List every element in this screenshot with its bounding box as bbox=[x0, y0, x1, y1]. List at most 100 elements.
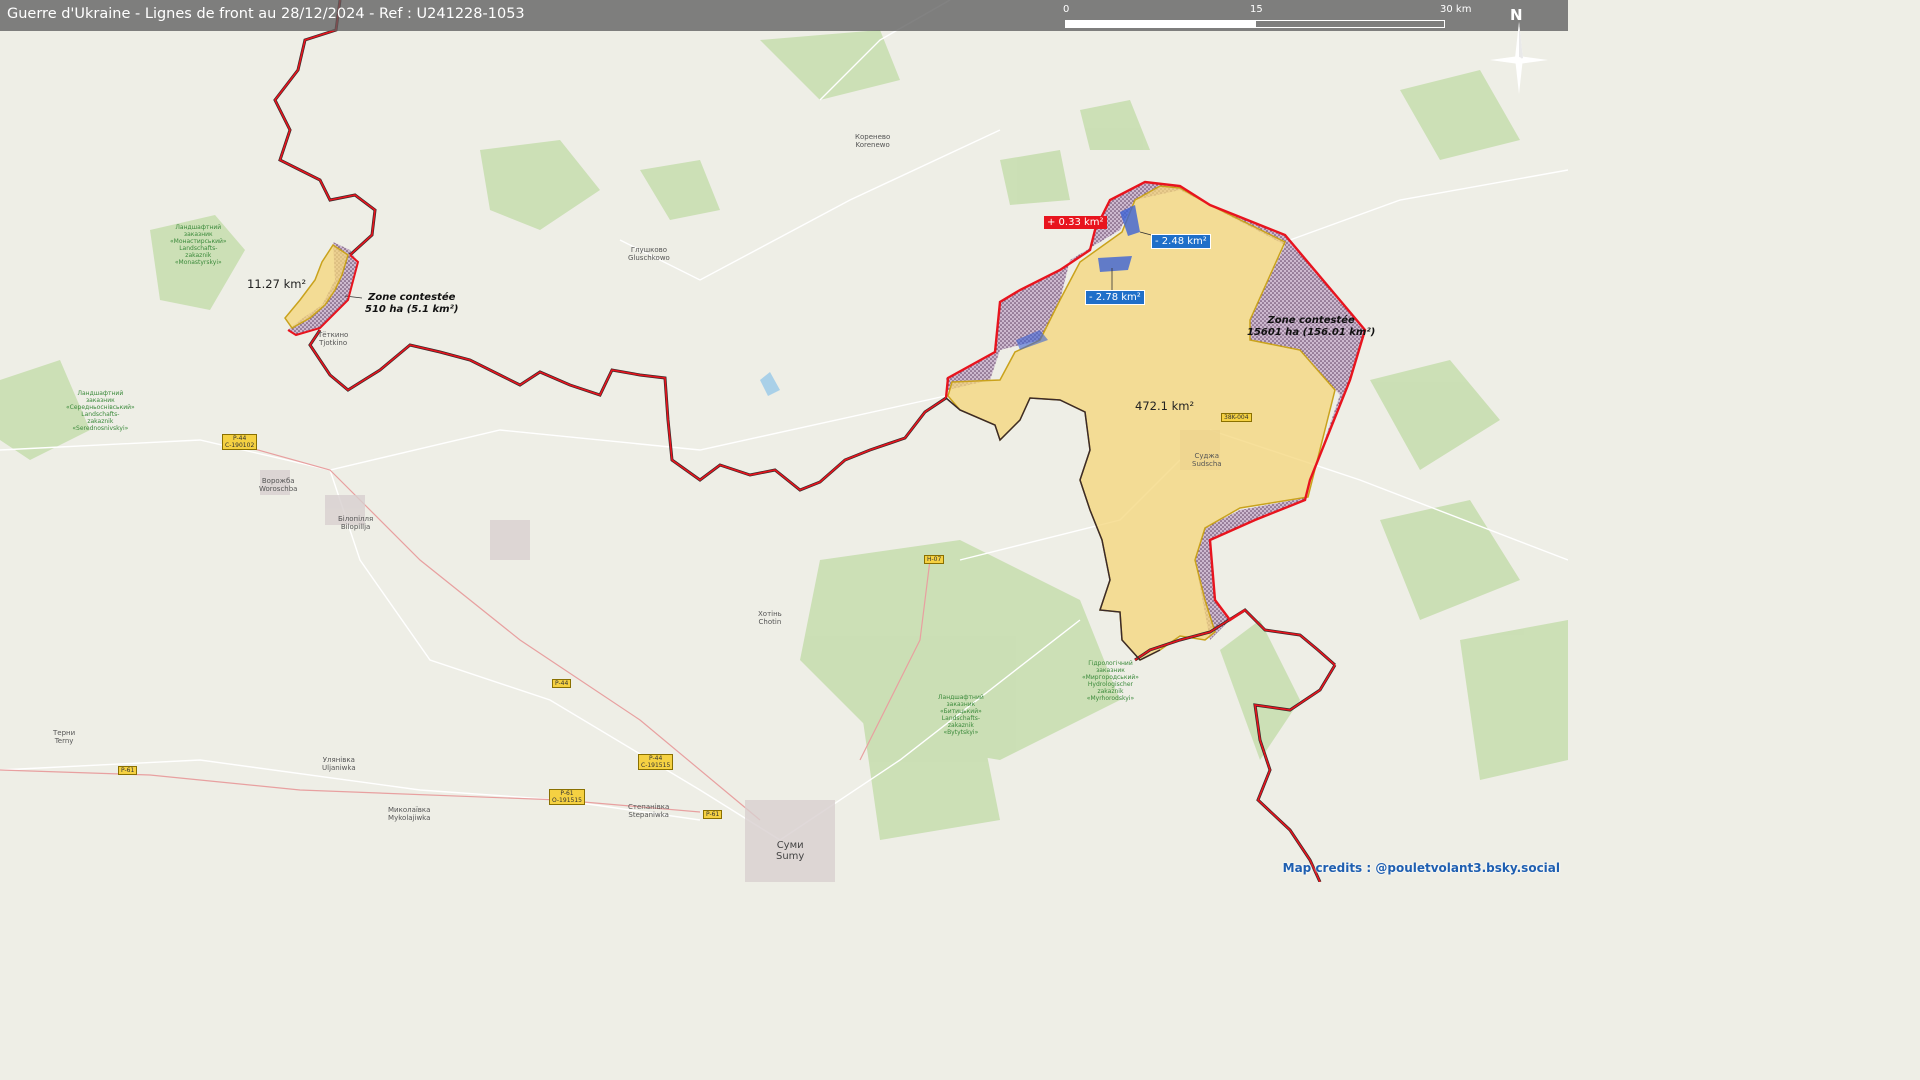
park-label-serednosnivskyi-l5: zakaznik bbox=[87, 418, 114, 425]
town-korenevo-cyr: Коренево bbox=[855, 133, 891, 141]
park-label-bytytskyi-l3: «Битицький» bbox=[939, 708, 982, 715]
road-shield-p44-c190102-l2: C-190102 bbox=[225, 442, 255, 449]
contested-zone-east-label: Zone contestée 15601 ha (156.01 km²) bbox=[1247, 315, 1375, 339]
road-shield-h07-l1: H-07 bbox=[927, 556, 942, 563]
loss-area-2 bbox=[1098, 256, 1132, 272]
park-label-serednosnivskyi: Ландшафтний заказник «Середньоснівський»… bbox=[66, 390, 135, 432]
town-terny-cyr: Терни bbox=[53, 729, 76, 737]
scale-label-30: 30 km bbox=[1440, 4, 1472, 15]
park-label-bytytskyi: Ландшафтний заказник «Битицький» Landsch… bbox=[938, 694, 984, 736]
gain-label: + 0.33 km² bbox=[1044, 216, 1107, 229]
contested-zone-east-title: Zone contestée bbox=[1267, 315, 1355, 326]
park-label-myrhorodskyi-l3: «Миргородський» bbox=[1082, 674, 1139, 681]
road-shield-p44-c191515-l2: C-191515 bbox=[641, 762, 671, 769]
town-ulyanivka: Улянівка Uljaniwka bbox=[322, 756, 356, 772]
park-label-serednosnivskyi-l6: «Serednosnivskyi» bbox=[72, 425, 129, 432]
road-shield-p61-o191515: P-61 O-191515 bbox=[549, 789, 585, 805]
road-shield-p44-c190102-l1: P-44 bbox=[232, 435, 247, 442]
road-shield-38k004-l1: 38K-004 bbox=[1224, 414, 1249, 421]
town-tyotkino-cyr: Тёткино bbox=[318, 331, 349, 339]
town-glushkovo-lat: Gluschkowo bbox=[628, 254, 670, 262]
town-tyotkino: Тёткино Tjotkino bbox=[318, 331, 348, 347]
park-label-monastyrskyi-l3: «Монастирський» bbox=[170, 238, 227, 245]
town-glushkovo: Глушково Gluschkowo bbox=[628, 246, 670, 262]
loss-label-1: - 2.48 km² bbox=[1151, 234, 1211, 249]
town-sudzha: Суджа Sudscha bbox=[1192, 452, 1222, 468]
park-label-bytytskyi-l2: заказник bbox=[946, 701, 976, 708]
road-shield-p44: P-44 bbox=[552, 679, 572, 688]
park-label-bytytskyi-l4: Landschafts- bbox=[941, 715, 980, 722]
park-label-myrhorodskyi: Гідрологічний заказник «Миргородський» H… bbox=[1082, 660, 1139, 702]
town-sumy: Суми Sumy bbox=[776, 840, 804, 862]
park-label-myrhorodskyi-l2: заказник bbox=[1096, 667, 1125, 674]
town-ulyanivka-cyr: Улянівка bbox=[322, 756, 355, 764]
town-sudzha-lat: Sudscha bbox=[1192, 460, 1222, 468]
town-terny: Терни Terny bbox=[53, 729, 75, 745]
town-sumy-cyr: Суми bbox=[776, 840, 804, 851]
town-terny-lat: Terny bbox=[54, 737, 74, 745]
town-glushkovo-cyr: Глушково bbox=[630, 246, 668, 254]
town-mykolaivka-cyr: Миколаївка bbox=[388, 806, 431, 814]
town-sumy-lat: Sumy bbox=[776, 851, 805, 862]
park-label-serednosnivskyi-l4: Landschafts- bbox=[81, 411, 120, 418]
contested-zone-west-size: 510 ha (5.1 km²) bbox=[365, 304, 459, 315]
town-bilopillia-cyr: Білопілля bbox=[338, 515, 374, 523]
contested-zone-west-label: Zone contestée 510 ha (5.1 km²) bbox=[365, 292, 459, 316]
park-label-monastyrskyi-l5: zakaznik bbox=[185, 252, 212, 259]
park-label-myrhorodskyi-l4: Hydrologischer bbox=[1087, 681, 1133, 688]
road-shield-p44-l1: P-44 bbox=[555, 680, 569, 687]
town-vorozhba: Ворожба Woroschba bbox=[259, 477, 297, 493]
park-label-myrhorodskyi-l5: zakaznik bbox=[1097, 688, 1124, 695]
park-label-monastyrskyi: Ландшафтний заказник «Монастирський» Lan… bbox=[170, 224, 227, 266]
contested-zone-east-size: 15601 ha (156.01 km²) bbox=[1247, 327, 1376, 338]
map-credits[interactable]: Map credits : @pouletvolant3.bsky.social bbox=[1283, 861, 1560, 875]
park-label-serednosnivskyi-l2: заказник bbox=[85, 397, 115, 404]
town-vorozhba-cyr: Ворожба bbox=[261, 477, 295, 485]
park-label-monastyrskyi-l6: «Monastyrskyi» bbox=[174, 259, 222, 266]
town-bilopillia: Білопілля Bilopillja bbox=[338, 515, 373, 531]
park-label-serednosnivskyi-l3: «Середньоснівський» bbox=[66, 404, 135, 411]
park-label-monastyrskyi-l1: Ландшафтний bbox=[175, 224, 222, 231]
scale-segment-1 bbox=[1065, 20, 1255, 28]
town-khotin-lat: Chotin bbox=[758, 618, 782, 626]
road-shield-38k004: 38K-004 bbox=[1221, 413, 1252, 422]
road-shield-p61-o191515-l2: O-191515 bbox=[552, 797, 582, 804]
park-label-bytytskyi-l5: zakaznik bbox=[947, 722, 974, 729]
road-shield-p61-west-l1: P-61 bbox=[121, 767, 135, 774]
town-stepanivka: Степанівка Stepaniwka bbox=[628, 803, 669, 819]
park-label-myrhorodskyi-l1: Гідрологічний bbox=[1088, 660, 1133, 667]
loss-label-2: - 2.78 km² bbox=[1085, 290, 1145, 305]
park-label-myrhorodskyi-l6: «Myrhorodskyi» bbox=[1086, 695, 1135, 702]
road-shield-p44-c191515-l1: P-44 bbox=[648, 755, 663, 762]
town-stepanivka-lat: Stepaniwka bbox=[628, 811, 669, 819]
road-shield-h07: H-07 bbox=[924, 555, 945, 564]
park-label-serednosnivskyi-l1: Ландшафтний bbox=[77, 390, 124, 397]
town-korenevo-lat: Korenewo bbox=[855, 141, 890, 149]
scale-bar: 0 15 30 km bbox=[1063, 4, 1471, 30]
town-ulyanivka-lat: Uljaniwka bbox=[322, 764, 356, 772]
scale-label-0: 0 bbox=[1063, 4, 1070, 15]
compass-star-icon bbox=[1490, 22, 1548, 94]
road-shield-p61-west: P-61 bbox=[118, 766, 138, 775]
town-tyotkino-lat: Tjotkino bbox=[319, 339, 348, 347]
road-shield-p61-east-l1: P-61 bbox=[706, 811, 720, 818]
town-korenevo: Коренево Korenewo bbox=[855, 133, 890, 149]
town-mykolaivka: Миколаївка Mykolajiwka bbox=[388, 806, 430, 822]
contested-zone-west-title: Zone contestée bbox=[368, 292, 456, 303]
town-khotin: Хотінь Chotin bbox=[758, 610, 782, 626]
park-label-monastyrskyi-l2: заказник bbox=[183, 231, 213, 238]
scale-label-15: 15 bbox=[1250, 4, 1263, 15]
town-bilopillia-lat: Bilopillja bbox=[340, 523, 371, 531]
town-mykolaivka-lat: Mykolajiwka bbox=[388, 814, 431, 822]
park-label-bytytskyi-l6: «Bytytskyi» bbox=[943, 729, 979, 736]
map-title: Guerre d'Ukraine - Lignes de front au 28… bbox=[7, 6, 525, 22]
town-stepanivka-cyr: Степанівка bbox=[628, 803, 670, 811]
town-vorozhba-lat: Woroschba bbox=[259, 485, 298, 493]
road-shield-p44-c191515: P-44 C-191515 bbox=[638, 754, 674, 770]
road-shield-p44-c190102: P-44 C-190102 bbox=[222, 434, 258, 450]
park-label-monastyrskyi-l4: Landschafts- bbox=[179, 245, 218, 252]
west-occupied-area-label: 11.27 km² bbox=[247, 277, 307, 291]
town-khotin-cyr: Хотінь bbox=[758, 610, 782, 618]
town-sudzha-cyr: Суджа bbox=[1194, 452, 1219, 460]
scale-segment-2 bbox=[1255, 20, 1445, 28]
